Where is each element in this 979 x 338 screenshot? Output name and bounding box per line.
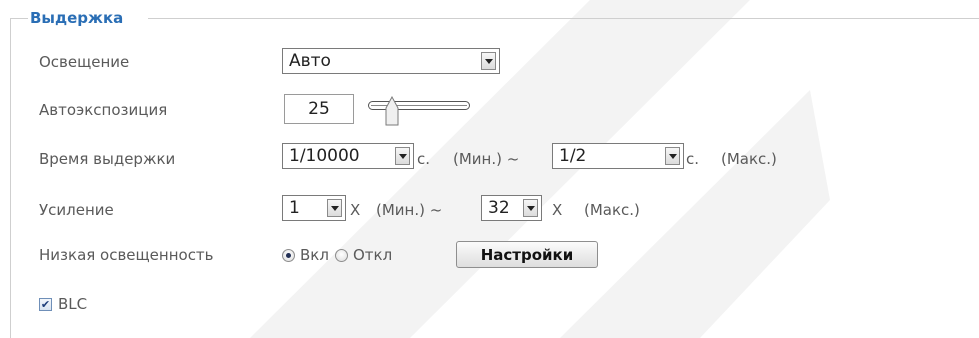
shutter-min-text: (Мин.) ~ xyxy=(453,150,520,168)
lighting-select[interactable]: Авто xyxy=(282,48,500,74)
shutter-max-unit: с. xyxy=(686,150,700,168)
shutter-min-value: 1/10000 xyxy=(289,146,360,166)
low-light-on-radio[interactable] xyxy=(282,249,295,262)
low-light-off-label[interactable]: Откл xyxy=(353,246,392,264)
gain-label: Усиление xyxy=(39,201,114,219)
checkmark-icon: ✔ xyxy=(40,298,51,311)
blc-label[interactable]: BLC xyxy=(58,295,87,313)
lighting-label: Освещение xyxy=(39,53,130,71)
auto-exposure-slider[interactable] xyxy=(368,101,470,110)
gain-min-select[interactable]: 1 xyxy=(282,195,346,221)
auto-exposure-label: Автоэкспозиция xyxy=(39,101,168,119)
gain-max-text: (Макс.) xyxy=(584,201,640,219)
chevron-down-icon[interactable] xyxy=(481,52,496,70)
chevron-down-icon[interactable] xyxy=(395,147,410,165)
gain-min-unit: X xyxy=(350,201,361,219)
gain-max-select[interactable]: 32 xyxy=(481,195,542,221)
shutter-max-select[interactable]: 1/2 xyxy=(552,143,684,169)
section-legend: Выдержка xyxy=(30,9,124,27)
fieldset-border xyxy=(10,18,28,19)
slider-thumb[interactable] xyxy=(385,96,399,126)
shutter-min-select[interactable]: 1/10000 xyxy=(282,143,414,169)
fieldset-border xyxy=(10,18,11,338)
shutter-label: Время выдержки xyxy=(39,150,176,168)
lighting-value: Авто xyxy=(289,51,331,71)
shutter-max-value: 1/2 xyxy=(559,146,587,166)
gain-max-unit: X xyxy=(552,201,563,219)
chevron-down-icon[interactable] xyxy=(327,199,342,217)
fieldset-border xyxy=(148,18,979,19)
low-light-label: Низкая освещенность xyxy=(39,246,214,264)
low-light-off-radio[interactable] xyxy=(335,249,348,262)
chevron-down-icon[interactable] xyxy=(523,199,538,217)
gain-max-value: 32 xyxy=(488,198,510,218)
low-light-on-label[interactable]: Вкл xyxy=(300,246,329,264)
blc-checkbox[interactable]: ✔ xyxy=(39,298,52,311)
shutter-max-text: (Макс.) xyxy=(721,150,777,168)
gain-min-value: 1 xyxy=(289,198,300,218)
gain-min-text: (Мин.) ~ xyxy=(376,201,443,219)
low-light-settings-button[interactable]: Настройки xyxy=(456,241,598,268)
auto-exposure-input[interactable]: 25 xyxy=(284,94,354,124)
chevron-down-icon[interactable] xyxy=(665,147,680,165)
shutter-min-unit: с. xyxy=(417,150,431,168)
